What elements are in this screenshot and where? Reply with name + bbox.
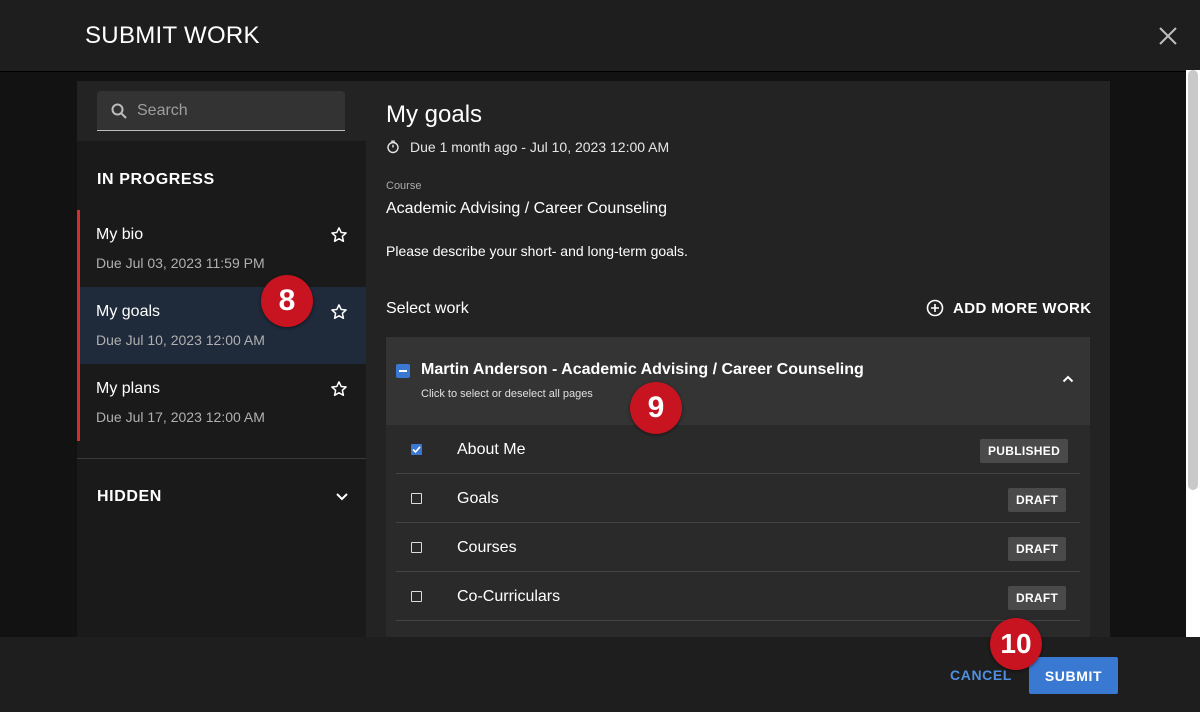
page-name: About Me — [457, 441, 526, 458]
page-checkbox[interactable] — [411, 493, 422, 504]
select-all-checkbox[interactable] — [396, 364, 410, 378]
star-icon[interactable] — [330, 226, 348, 244]
star-icon[interactable] — [330, 303, 348, 321]
due-line: Due 1 month ago - Jul 10, 2023 12:00 AM — [386, 139, 669, 155]
page-checkbox[interactable] — [411, 444, 422, 455]
timer-icon — [387, 140, 399, 154]
work-item-my-bio[interactable]: My bio Due Jul 03, 2023 11:59 PM — [77, 210, 366, 287]
chevron-up-icon[interactable] — [1061, 372, 1075, 386]
search-icon — [111, 103, 127, 119]
course-label: Course — [386, 180, 422, 192]
hidden-heading[interactable]: HIDDEN — [97, 488, 162, 506]
work-item-due: Due Jul 17, 2023 12:00 AM — [96, 409, 265, 425]
chevron-down-icon[interactable] — [334, 488, 350, 504]
callout-marker: 8 — [261, 275, 313, 327]
sidebar-divider — [77, 458, 366, 459]
callout-marker: 9 — [630, 382, 682, 434]
status-badge: DRAFT — [1008, 586, 1067, 610]
work-item-title: My plans — [96, 380, 161, 397]
course-value: Academic Advising / Career Counseling — [386, 200, 668, 217]
work-item-due: Due Jul 03, 2023 11:59 PM — [96, 255, 265, 271]
add-more-work-label: ADD MORE WORK — [953, 299, 1092, 317]
add-circle-icon — [926, 299, 944, 317]
work-item-due: Due Jul 10, 2023 12:00 AM — [96, 332, 265, 348]
status-badge: DRAFT — [1008, 488, 1067, 512]
page-row[interactable]: Courses DRAFT — [396, 523, 1080, 572]
check-icon — [412, 446, 421, 454]
star-icon[interactable] — [330, 380, 348, 398]
page-row[interactable]: About Me PUBLISHED — [396, 425, 1080, 474]
work-item-my-goals[interactable]: My goals Due Jul 10, 2023 12:00 AM — [77, 287, 366, 364]
select-work-label: Select work — [386, 300, 469, 317]
pages-list: About Me PUBLISHED Goals DRAFT Courses D… — [386, 425, 1090, 637]
portfolio-title: Martin Anderson - Academic Advising / Ca… — [421, 361, 864, 378]
work-item-title: My bio — [96, 226, 144, 243]
page-name: Co-Curriculars — [457, 588, 561, 605]
search-input[interactable] — [137, 101, 327, 120]
page-row[interactable]: Goals DRAFT — [396, 474, 1080, 523]
portfolio-subtitle: Click to select or deselect all pages — [421, 388, 593, 400]
add-more-work-button[interactable]: ADD MORE WORK — [926, 299, 1092, 317]
assignment-prompt: Please describe your short- and long-ter… — [386, 243, 688, 259]
dialog-title: SUBMIT WORK — [85, 22, 260, 49]
page-name: Goals — [457, 490, 499, 507]
search-box[interactable] — [97, 91, 345, 131]
scrollbar-thumb[interactable] — [1188, 70, 1198, 490]
dialog-header: SUBMIT WORK — [0, 0, 1200, 72]
in-progress-heading: IN PROGRESS — [97, 171, 215, 188]
page-title: My goals — [386, 101, 483, 128]
work-detail-panel: My goals Due 1 month ago - Jul 10, 2023 … — [366, 81, 1110, 637]
submit-button[interactable]: SUBMIT — [1029, 657, 1118, 694]
work-item-title: My goals — [96, 303, 161, 320]
page-checkbox[interactable] — [411, 591, 422, 602]
due-text: Due 1 month ago - Jul 10, 2023 12:00 AM — [410, 139, 670, 155]
page-checkbox[interactable] — [411, 542, 422, 553]
status-badge: DRAFT — [1008, 537, 1067, 561]
close-icon — [1159, 27, 1177, 45]
page-row[interactable]: Co-Curriculars DRAFT — [396, 572, 1080, 621]
close-button[interactable] — [1152, 20, 1184, 52]
search-container — [77, 81, 366, 141]
work-sidebar: IN PROGRESS My bio Due Jul 03, 2023 11:5… — [77, 81, 366, 637]
page-name: Courses — [457, 539, 517, 556]
work-item-my-plans[interactable]: My plans Due Jul 17, 2023 12:00 AM — [77, 364, 366, 441]
submit-work-dialog: SUBMIT WORK IN PROGRESS My bio Due Jul 0… — [0, 0, 1200, 712]
portfolio-header[interactable]: Martin Anderson - Academic Advising / Ca… — [386, 337, 1090, 425]
callout-marker: 10 — [990, 618, 1042, 670]
status-badge: PUBLISHED — [980, 439, 1069, 463]
